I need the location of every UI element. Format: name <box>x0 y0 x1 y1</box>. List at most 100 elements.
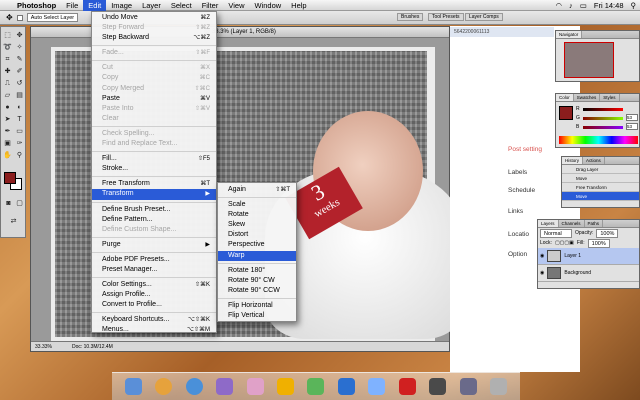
move-tool-icon[interactable]: ✥ <box>14 31 25 41</box>
menu-item-define-brush-preset[interactable]: Define Brush Preset... <box>92 205 216 215</box>
menu-item-fade[interactable]: Fade... ⇧⌘F <box>92 48 216 58</box>
menu-item-find-and-replace-text[interactable]: Find and Replace Text... <box>92 139 216 149</box>
menu-help[interactable]: Help <box>286 0 311 11</box>
zoom-level[interactable]: 33.33% <box>35 342 52 351</box>
tab-swatches[interactable]: Swatches <box>574 94 601 101</box>
fill-field[interactable]: 100% <box>587 238 610 248</box>
zoom-tool-icon[interactable]: ⚲ <box>14 151 25 161</box>
auto-select-checkbox[interactable] <box>16 14 23 21</box>
history-item[interactable]: Free Transform <box>562 183 639 192</box>
menu-item-scale[interactable]: Scale <box>218 200 296 210</box>
options-row[interactable]: Option <box>508 251 527 258</box>
tab-channels[interactable]: Channels <box>559 220 585 227</box>
menu-item-paste[interactable]: Paste ⌘V <box>92 94 216 104</box>
menu-item-undo-move[interactable]: Undo Move ⌘Z <box>92 13 216 23</box>
menu-item-free-transform[interactable]: Free Transform ⌘T <box>92 179 216 189</box>
schedule-row[interactable]: Schedule <box>508 187 535 194</box>
menu-item-copy-merged[interactable]: Copy Merged ⇧⌘C <box>92 84 216 94</box>
menu-item-convert-to-profile[interactable]: Convert to Profile... <box>92 300 216 310</box>
tab-actions[interactable]: Actions <box>583 157 605 164</box>
acrobat-icon[interactable] <box>398 378 416 395</box>
layer-name[interactable]: Layer 1 <box>564 253 581 259</box>
tab-styles[interactable]: Styles <box>600 94 620 101</box>
tab-tool-presets[interactable]: Tool Presets <box>428 13 464 21</box>
tab-history[interactable]: History <box>562 157 584 164</box>
safari-icon[interactable] <box>185 378 203 395</box>
move-tool-icon[interactable]: ✥ <box>6 13 13 22</box>
menu-item-rotate-90-ccw[interactable]: Rotate 90° CCW <box>218 286 296 296</box>
history-item-current[interactable]: Move <box>562 192 639 201</box>
color-ramp[interactable] <box>559 136 638 144</box>
slider-b[interactable] <box>583 126 623 129</box>
lasso-tool-icon[interactable]: ➰ <box>2 43 13 53</box>
menu-item-again[interactable]: Again ⇧⌘T <box>218 185 296 195</box>
value-b[interactable]: 53 <box>626 123 638 130</box>
app-menu[interactable]: Photoshop <box>12 0 61 11</box>
tab-layers[interactable]: Layers <box>538 220 559 227</box>
menu-item-flip-vertical[interactable]: Flip Vertical <box>218 311 296 321</box>
eye-icon[interactable]: ◉ <box>540 253 544 259</box>
menu-item-define-pattern[interactable]: Define Pattern... <box>92 215 216 225</box>
healing-brush-icon[interactable]: ✚ <box>2 67 13 77</box>
eyedropper-icon[interactable]: ✑ <box>14 139 25 149</box>
hand-tool-icon[interactable]: ✋ <box>2 151 13 161</box>
menu-layer[interactable]: Layer <box>137 0 166 11</box>
type-tool-icon[interactable]: T <box>14 115 25 125</box>
browser-url-fragment[interactable]: 5642200061113 <box>450 27 554 37</box>
location-row[interactable]: Locatio <box>508 231 529 238</box>
brush-tool-icon[interactable]: ✐ <box>14 67 25 77</box>
menu-item-stroke[interactable]: Stroke... <box>92 164 216 174</box>
crop-tool-icon[interactable]: ⌗ <box>2 55 13 65</box>
menu-filter[interactable]: Filter <box>197 0 224 11</box>
layer-name[interactable]: Background <box>564 270 591 276</box>
firefox-icon[interactable] <box>155 378 173 395</box>
layer-row[interactable]: ◉ Layer 1 <box>538 248 639 265</box>
foreground-color-swatch[interactable] <box>4 172 16 184</box>
eraser-tool-icon[interactable]: ▱ <box>2 91 13 101</box>
system-preferences-icon[interactable] <box>459 378 477 395</box>
menu-item-warp[interactable]: Warp <box>218 250 296 261</box>
menu-item-step-forward[interactable]: Step Forward ⇧⌘Z <box>92 23 216 33</box>
menu-item-fill[interactable]: Fill... ⇧F5 <box>92 154 216 164</box>
history-item[interactable]: Move <box>562 174 639 183</box>
tab-brushes[interactable]: Brushes <box>397 13 424 21</box>
notes-tool-icon[interactable]: ▣ <box>2 139 13 149</box>
menu-item-preset-manager[interactable]: Preset Manager... <box>92 265 216 275</box>
menu-item-assign-profile[interactable]: Assign Profile... <box>92 290 216 300</box>
quick-mask-icon[interactable]: ◙ <box>3 199 14 209</box>
menu-item-skew[interactable]: Skew <box>218 220 296 230</box>
word-icon[interactable] <box>246 378 264 395</box>
battery-icon[interactable]: ▭ <box>580 1 587 10</box>
value-g[interactable]: 53 <box>626 114 638 121</box>
spotlight-icon[interactable]: ⚲ <box>631 1 637 10</box>
menu-window[interactable]: Window <box>249 0 286 11</box>
photoshop-icon[interactable] <box>337 378 355 395</box>
menu-item-rotate-180[interactable]: Rotate 180° <box>218 266 296 276</box>
tab-color[interactable]: Color <box>556 94 574 101</box>
menu-item-menus[interactable]: Menus... ⌥⇧⌘M <box>92 325 216 335</box>
menu-edit[interactable]: Edit <box>83 0 107 11</box>
skype-icon[interactable] <box>368 378 386 395</box>
tab-layer-comps[interactable]: Layer Comps <box>465 13 503 21</box>
slider-g[interactable] <box>583 117 623 120</box>
menu-item-copy[interactable]: Copy ⌘C <box>92 73 216 83</box>
menu-select[interactable]: Select <box>166 0 197 11</box>
menu-item-paste-into[interactable]: Paste Into ⇧⌘V <box>92 104 216 114</box>
menu-item-purge[interactable]: Purge ▶ <box>92 240 216 250</box>
camera-icon[interactable] <box>429 378 447 395</box>
marquee-tool-icon[interactable]: ⬚ <box>2 31 13 41</box>
excel-icon[interactable] <box>307 378 325 395</box>
menu-item-perspective[interactable]: Perspective <box>218 240 296 250</box>
history-item[interactable]: Drag Layer <box>562 165 639 174</box>
slice-tool-icon[interactable]: ✎ <box>14 55 25 65</box>
labels-row[interactable]: Labels <box>508 169 527 176</box>
menu-file[interactable]: File <box>61 0 83 11</box>
tab-paths[interactable]: Paths <box>585 220 604 227</box>
menu-item-color-settings[interactable]: Color Settings... ⇧⌘K <box>92 280 216 290</box>
clock[interactable]: Fri 14:48 <box>594 1 624 10</box>
layer-row[interactable]: ◉ Background <box>538 265 639 282</box>
wifi-icon[interactable]: ◠ <box>556 1 563 10</box>
screen-mode-icon[interactable]: ▢ <box>14 199 25 209</box>
menu-item-adobe-pdf-presets[interactable]: Adobe PDF Presets... <box>92 255 216 265</box>
history-brush-icon[interactable]: ↺ <box>14 79 25 89</box>
